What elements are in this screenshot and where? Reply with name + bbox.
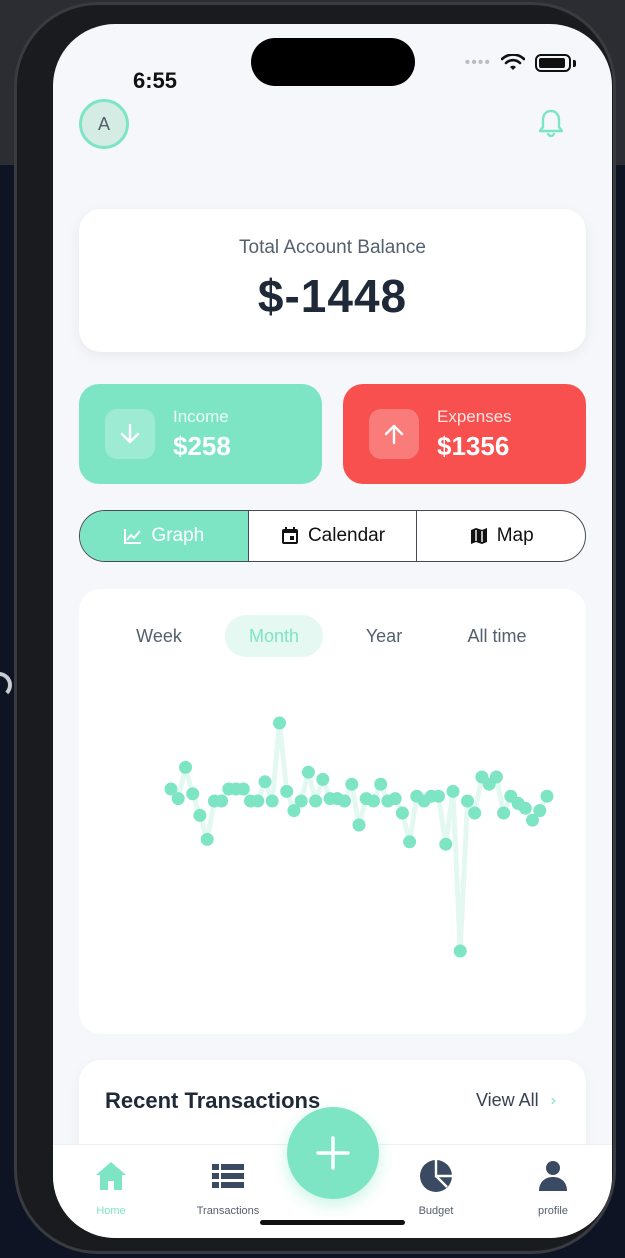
arrow-up-icon	[369, 409, 419, 459]
data-point[interactable]	[316, 772, 330, 786]
status-time: 6:55	[133, 68, 178, 93]
view-all-label: View All	[475, 1090, 539, 1110]
tab-budget-label: Budget	[418, 1205, 454, 1217]
calendar-icon	[281, 527, 298, 544]
avatar[interactable]: A	[79, 99, 129, 149]
data-point[interactable]	[468, 806, 482, 820]
recent-transactions-title: Recent Transactions	[105, 1088, 321, 1113]
list-icon	[212, 1164, 244, 1188]
income-value: $258	[173, 430, 231, 461]
add-transaction-button[interactable]	[287, 1107, 379, 1199]
data-point[interactable]	[280, 784, 294, 798]
view-toggle: Graph Calendar Map	[79, 510, 586, 562]
chart-line-icon	[124, 529, 142, 544]
data-point[interactable]	[497, 806, 511, 820]
data-point[interactable]	[453, 944, 467, 958]
pie-chart-icon	[420, 1160, 452, 1192]
data-point[interactable]	[439, 837, 453, 851]
data-point[interactable]	[171, 792, 185, 806]
data-point[interactable]	[200, 832, 214, 846]
data-point[interactable]	[258, 775, 272, 789]
data-point[interactable]	[338, 794, 351, 808]
data-point[interactable]	[309, 794, 323, 808]
map-tab[interactable]: Map	[417, 511, 585, 561]
expenses-label: Expenses	[437, 406, 512, 426]
balance-value: $-1448	[257, 270, 408, 322]
data-point[interactable]	[193, 808, 207, 822]
tab-home[interactable]: Home	[61, 1159, 161, 1217]
view-all-link[interactable]: View All ›	[476, 1090, 556, 1111]
background-arc	[0, 672, 12, 698]
data-point[interactable]	[446, 784, 460, 798]
tab-transactions[interactable]: Transactions	[178, 1159, 278, 1217]
status-icons: ••••	[465, 54, 576, 72]
plus-icon	[316, 1136, 350, 1170]
expenses-card[interactable]: Expenses $1356	[343, 384, 586, 484]
signal-icon: ••••	[464, 54, 491, 71]
user-icon	[539, 1161, 567, 1191]
expenses-value: $1356	[437, 430, 510, 461]
tab-budget[interactable]: Budget	[386, 1159, 486, 1217]
tab-profile-label: profile	[538, 1205, 568, 1217]
battery-icon	[535, 54, 571, 72]
app-screen: 6:55 •••• A Total Account Balance $-1448	[53, 24, 612, 1238]
tab-home-label: Home	[96, 1205, 126, 1217]
chart-card: Week Month Year All time	[79, 589, 586, 1034]
data-point[interactable]	[395, 806, 409, 820]
dynamic-island	[251, 38, 415, 86]
tab-transactions-label: Transactions	[196, 1205, 260, 1217]
data-point[interactable]	[251, 794, 265, 808]
data-point[interactable]	[518, 801, 532, 815]
graph-tab-label: Graph	[151, 525, 205, 546]
balance-card: Total Account Balance $-1448	[79, 209, 586, 352]
data-point[interactable]	[215, 794, 229, 808]
data-point[interactable]	[432, 789, 445, 803]
chevron-right-icon: ›	[550, 1091, 556, 1109]
data-point[interactable]	[236, 782, 250, 796]
data-point[interactable]	[352, 818, 366, 832]
calendar-tab-label: Calendar	[307, 525, 386, 546]
income-label: Income	[173, 406, 229, 426]
data-point[interactable]	[533, 804, 547, 818]
battery-tip	[573, 59, 576, 67]
map-icon	[470, 528, 487, 544]
data-point[interactable]	[367, 794, 380, 808]
line-chart	[164, 716, 554, 958]
data-point[interactable]	[489, 770, 503, 784]
data-point[interactable]	[345, 777, 359, 791]
phone-frame: 6:55 •••• A Total Account Balance $-1448	[14, 2, 616, 1254]
data-point[interactable]	[273, 716, 286, 730]
data-point[interactable]	[461, 794, 474, 808]
data-point[interactable]	[540, 789, 554, 803]
data-point[interactable]	[186, 787, 200, 801]
data-point[interactable]	[374, 777, 388, 791]
data-point[interactable]	[265, 794, 279, 808]
series-line	[169, 720, 550, 954]
data-point[interactable]	[388, 792, 402, 806]
wifi-icon	[501, 54, 525, 70]
arrow-down-icon	[105, 409, 155, 459]
home-indicator	[260, 1220, 405, 1225]
data-point[interactable]	[301, 765, 315, 779]
bell-icon[interactable]	[537, 108, 565, 138]
home-icon	[96, 1162, 126, 1190]
income-card[interactable]: Income $258	[79, 384, 322, 484]
data-point[interactable]	[179, 760, 192, 774]
calendar-tab[interactable]: Calendar	[249, 511, 418, 561]
data-point[interactable]	[403, 835, 417, 849]
balance-label: Total Account Balance	[239, 237, 426, 258]
graph-tab[interactable]: Graph	[80, 511, 249, 561]
tab-profile[interactable]: profile	[503, 1159, 603, 1217]
map-tab-label: Map	[496, 525, 534, 546]
data-point[interactable]	[294, 794, 308, 808]
